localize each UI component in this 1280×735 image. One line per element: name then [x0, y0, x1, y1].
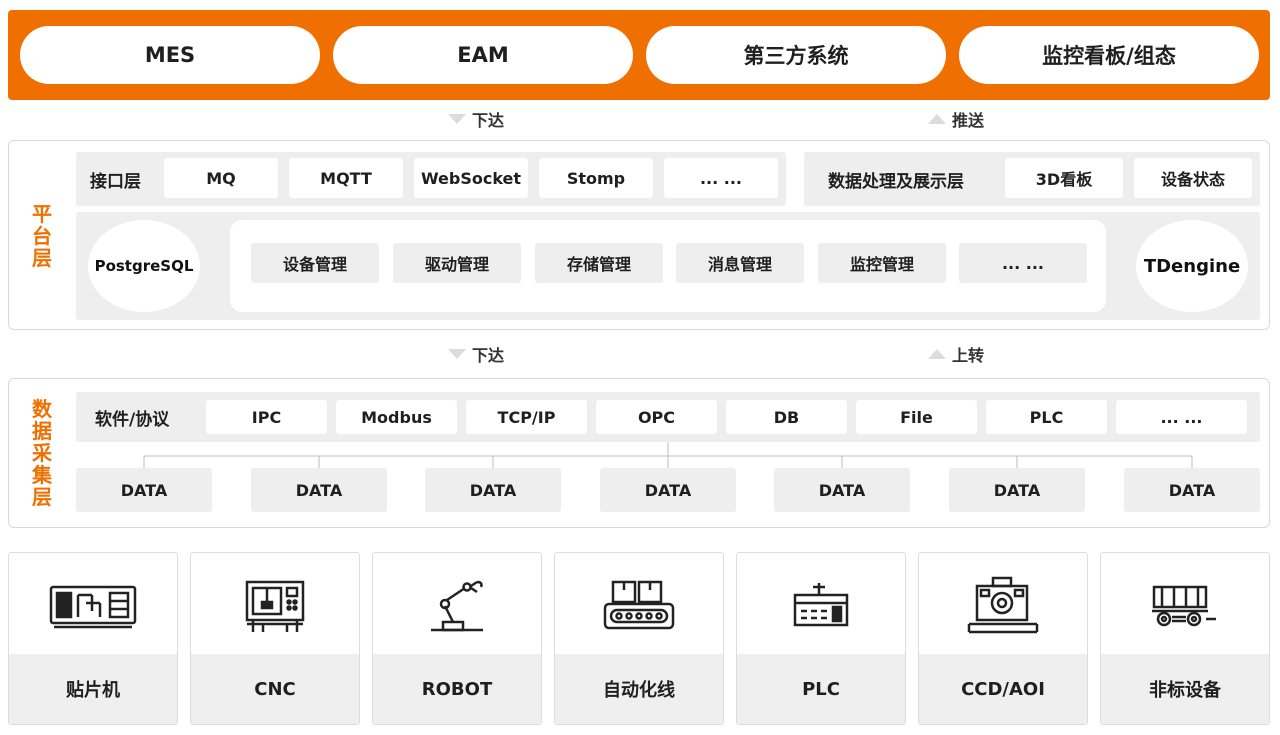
- data-node-7[interactable]: DATA: [1124, 468, 1260, 512]
- cart-device-icon: [1101, 575, 1269, 637]
- data-node-6[interactable]: DATA: [949, 468, 1085, 512]
- device-label: ROBOT: [373, 654, 541, 724]
- device-card-robot[interactable]: ROBOT: [372, 552, 542, 725]
- device-label: PLC: [737, 654, 905, 724]
- data-node-2[interactable]: DATA: [251, 468, 387, 512]
- device-label: CCD/AOI: [919, 654, 1087, 724]
- device-card-plc[interactable]: PLC: [736, 552, 906, 725]
- device-label: 贴片机: [9, 654, 177, 724]
- device-label: CNC: [191, 654, 359, 724]
- conveyor-line-icon: [555, 575, 723, 637]
- device-card-nonstandard[interactable]: 非标设备: [1100, 552, 1270, 725]
- robot-arm-icon: [373, 575, 541, 637]
- device-card-auto-line[interactable]: 自动化线: [554, 552, 724, 725]
- device-label: 非标设备: [1101, 654, 1269, 724]
- device-card-ccd-aoi[interactable]: CCD/AOI: [918, 552, 1088, 725]
- data-node-1[interactable]: DATA: [76, 468, 212, 512]
- camera-inspection-icon: [919, 575, 1087, 637]
- device-label: 自动化线: [555, 654, 723, 724]
- cnc-machine-icon: [191, 575, 359, 637]
- plc-device-icon: [737, 575, 905, 637]
- data-node-4[interactable]: DATA: [600, 468, 736, 512]
- data-node-3[interactable]: DATA: [425, 468, 561, 512]
- device-card-cnc[interactable]: CNC: [190, 552, 360, 725]
- smt-machine-icon: [9, 575, 177, 637]
- device-card-smt[interactable]: 贴片机: [8, 552, 178, 725]
- data-node-5[interactable]: DATA: [774, 468, 910, 512]
